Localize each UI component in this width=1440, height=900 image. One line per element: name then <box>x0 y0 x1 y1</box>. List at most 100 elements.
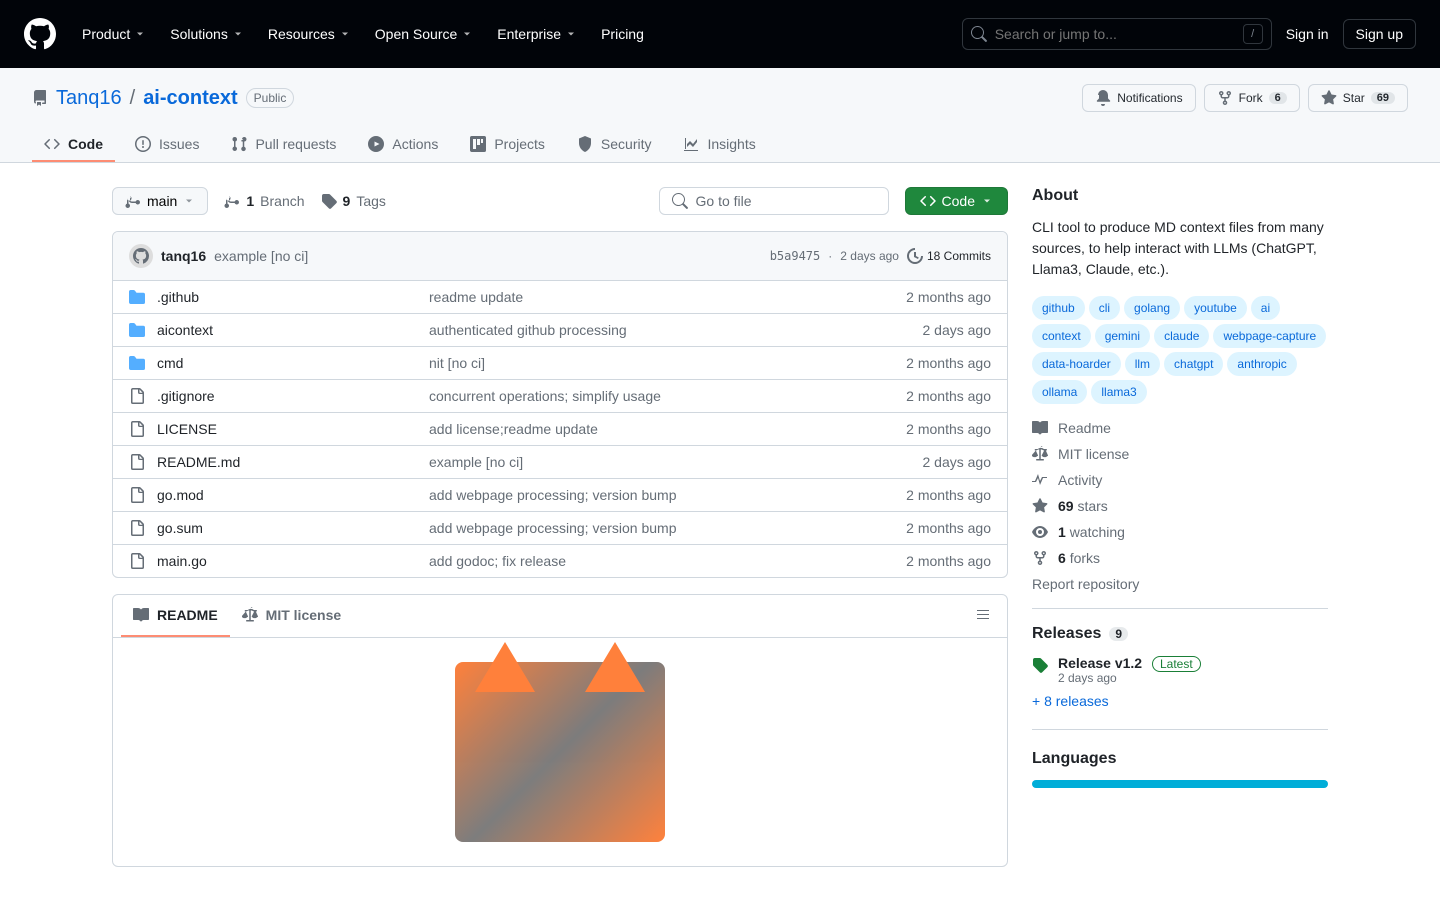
play-icon <box>368 136 384 152</box>
github-logo-icon[interactable] <box>24 18 56 50</box>
file-commit-link[interactable]: authenticated github processing <box>429 322 911 338</box>
signin-link[interactable]: Sign in <box>1286 26 1329 42</box>
file-time: 2 months ago <box>906 520 991 536</box>
tab-code[interactable]: Code <box>32 128 115 162</box>
commit-sha[interactable]: b5a9475 <box>770 249 821 263</box>
topic-golang[interactable]: golang <box>1124 296 1180 320</box>
about-heading: About <box>1032 187 1328 205</box>
file-commit-link[interactable]: concurrent operations; simplify usage <box>429 388 894 404</box>
license-link[interactable]: MIT license <box>1032 446 1328 462</box>
releases-heading[interactable]: Releases 9 <box>1032 625 1328 643</box>
file-commit-link[interactable]: add license;readme update <box>429 421 894 437</box>
file-commit-link[interactable]: add webpage processing; version bump <box>429 487 894 503</box>
topic-cli[interactable]: cli <box>1089 296 1120 320</box>
nav-item-enterprise[interactable]: Enterprise <box>487 18 587 50</box>
activity-link[interactable]: Activity <box>1032 472 1328 488</box>
repo-name-link[interactable]: ai-context <box>143 87 237 110</box>
topic-anthropic[interactable]: anthropic <box>1227 352 1296 376</box>
tab-issues[interactable]: Issues <box>123 128 211 162</box>
commit-message[interactable]: example [no ci] <box>214 248 308 264</box>
go-to-file-input[interactable]: Go to file <box>659 187 889 215</box>
file-icon <box>129 388 145 404</box>
tab-readme[interactable]: README <box>121 595 230 637</box>
branch-select[interactable]: main <box>112 187 208 215</box>
tags-link[interactable]: 9 Tags <box>321 193 386 209</box>
topic-data-hoarder[interactable]: data-hoarder <box>1032 352 1121 376</box>
file-name-link[interactable]: .gitignore <box>157 388 417 404</box>
topic-webpage-capture[interactable]: webpage-capture <box>1213 324 1326 348</box>
file-commit-link[interactable]: nit [no ci] <box>429 355 894 371</box>
file-name-link[interactable]: go.mod <box>157 487 417 503</box>
file-commit-link[interactable]: add webpage processing; version bump <box>429 520 894 536</box>
watching-link[interactable]: 1 watching <box>1032 524 1328 540</box>
search-input[interactable]: / <box>962 18 1272 50</box>
tab-pull-requests[interactable]: Pull requests <box>219 128 348 162</box>
tab-license[interactable]: MIT license <box>230 595 353 637</box>
tab-actions[interactable]: Actions <box>356 128 450 162</box>
file-row: .github readme update 2 months ago <box>113 281 1007 314</box>
nav-item-pricing[interactable]: Pricing <box>591 18 654 50</box>
topic-ai[interactable]: ai <box>1251 296 1280 320</box>
topic-gemini[interactable]: gemini <box>1095 324 1150 348</box>
file-time: 2 months ago <box>906 487 991 503</box>
file-commit-link[interactable]: add godoc; fix release <box>429 553 894 569</box>
file-name-link[interactable]: main.go <box>157 553 417 569</box>
nav-item-product[interactable]: Product <box>72 18 156 50</box>
file-commit-link[interactable]: readme update <box>429 289 894 305</box>
topic-claude[interactable]: claude <box>1154 324 1209 348</box>
sidebar: About CLI tool to produce MD context fil… <box>1032 187 1328 867</box>
commit-author[interactable]: tanq16 <box>161 248 206 264</box>
outline-button[interactable] <box>967 599 999 634</box>
fork-button[interactable]: Fork 6 <box>1204 84 1300 112</box>
topic-youtube[interactable]: youtube <box>1184 296 1247 320</box>
file-name-link[interactable]: LICENSE <box>157 421 417 437</box>
file-name-link[interactable]: cmd <box>157 355 417 371</box>
star-button[interactable]: Star 69 <box>1308 84 1408 112</box>
code-download-button[interactable]: Code <box>905 187 1008 215</box>
more-releases-link[interactable]: + 8 releases <box>1032 693 1328 709</box>
signup-button[interactable]: Sign up <box>1343 19 1416 49</box>
file-name-link[interactable]: README.md <box>157 454 417 470</box>
folder-icon <box>129 355 145 371</box>
nav-item-open-source[interactable]: Open Source <box>365 18 484 50</box>
forks-link[interactable]: 6 forks <box>1032 550 1328 566</box>
file-row: go.mod add webpage processing; version b… <box>113 479 1007 512</box>
nav-item-resources[interactable]: Resources <box>258 18 361 50</box>
avatar[interactable] <box>129 244 153 268</box>
tab-projects[interactable]: Projects <box>458 128 557 162</box>
stars-link[interactable]: 69 stars <box>1032 498 1328 514</box>
file-name-link[interactable]: go.sum <box>157 520 417 536</box>
shield-icon <box>577 136 593 152</box>
notifications-button[interactable]: Notifications <box>1082 84 1195 112</box>
tab-insights[interactable]: Insights <box>671 128 767 162</box>
topic-context[interactable]: context <box>1032 324 1091 348</box>
tab-security[interactable]: Security <box>565 128 664 162</box>
owner-link[interactable]: Tanq16 <box>56 87 122 110</box>
file-name-link[interactable]: .github <box>157 289 417 305</box>
branch-icon <box>224 193 240 209</box>
branches-link[interactable]: 1 Branch <box>224 193 304 209</box>
readme-container: README MIT license <box>112 594 1008 867</box>
readme-link[interactable]: Readme <box>1032 420 1328 436</box>
topic-llm[interactable]: llm <box>1125 352 1160 376</box>
file-commit-link[interactable]: example [no ci] <box>429 454 911 470</box>
topic-github[interactable]: github <box>1032 296 1085 320</box>
chevron-down-icon <box>461 28 473 40</box>
language-bar[interactable] <box>1032 780 1328 788</box>
file-name-link[interactable]: aicontext <box>157 322 417 338</box>
topic-ollama[interactable]: ollama <box>1032 380 1087 404</box>
repo-header: Tanq16 / ai-context Public Notifications… <box>0 68 1440 163</box>
topic-llama3[interactable]: llama3 <box>1091 380 1146 404</box>
commits-history-link[interactable]: 18 Commits <box>907 248 991 264</box>
nav-item-solutions[interactable]: Solutions <box>160 18 254 50</box>
report-link[interactable]: Report repository <box>1032 576 1328 592</box>
chevron-down-icon <box>232 28 244 40</box>
file-row: LICENSE add license;readme update 2 mont… <box>113 413 1007 446</box>
file-icon <box>129 454 145 470</box>
file-time: 2 days ago <box>923 322 992 338</box>
latest-release[interactable]: Release v1.2 Latest 2 days ago <box>1032 655 1328 685</box>
topic-chatgpt[interactable]: chatgpt <box>1164 352 1223 376</box>
fork-icon <box>1032 550 1048 566</box>
chevron-down-icon <box>565 28 577 40</box>
pr-icon <box>231 136 247 152</box>
